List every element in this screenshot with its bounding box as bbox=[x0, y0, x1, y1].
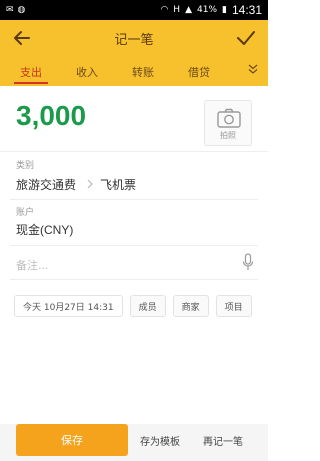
save-template-button[interactable]: 存为模板 bbox=[140, 433, 180, 448]
amount-row: 3,000 拍照 bbox=[0, 86, 268, 152]
merchant-chip[interactable]: 商家 bbox=[172, 295, 209, 317]
category-primary[interactable]: 旅游交通费 bbox=[16, 176, 76, 193]
tab-underline bbox=[14, 82, 48, 84]
battery-icon: ▮ bbox=[222, 4, 227, 15]
save-button[interactable]: 保存 bbox=[16, 424, 128, 456]
network-label: H bbox=[173, 4, 181, 15]
chevron-double-down-icon[interactable] bbox=[248, 64, 258, 74]
save-again-button[interactable]: 再记一笔 bbox=[203, 433, 243, 448]
chevron-right-icon bbox=[87, 179, 93, 189]
status-time: 14:31 bbox=[231, 3, 262, 17]
member-chip[interactable]: 成员 bbox=[129, 295, 166, 317]
tab-transfer[interactable]: 转账 bbox=[132, 64, 154, 80]
account-value[interactable]: 现金(CNY) bbox=[16, 221, 73, 238]
mail-icon: ✉ bbox=[6, 4, 14, 15]
microphone-icon[interactable] bbox=[242, 253, 254, 271]
tab-expense[interactable]: 支出 bbox=[20, 64, 42, 80]
category-secondary[interactable]: 飞机票 bbox=[100, 176, 136, 193]
bottom-bar: 保存 存为模板 再记一笔 bbox=[0, 424, 268, 461]
page-title: 记一笔 bbox=[114, 32, 154, 47]
signal-icon: ▲ bbox=[185, 4, 192, 15]
app-bar: 记一笔 bbox=[0, 20, 268, 56]
amount-value[interactable]: 3,000 bbox=[16, 100, 86, 132]
category-label: 类别 bbox=[16, 161, 35, 171]
divider bbox=[10, 279, 258, 280]
account-label: 账户 bbox=[16, 208, 35, 218]
photo-button[interactable]: 拍照 bbox=[204, 100, 252, 146]
tab-income[interactable]: 收入 bbox=[76, 64, 98, 80]
date-chip[interactable]: 今天 10月27日 14:31 bbox=[14, 295, 123, 317]
photo-label: 拍照 bbox=[220, 131, 236, 140]
tab-loan[interactable]: 借贷 bbox=[188, 64, 210, 80]
project-chip[interactable]: 项目 bbox=[215, 295, 252, 317]
check-icon[interactable] bbox=[234, 26, 258, 50]
type-tabs: 支出 收入 转账 借贷 bbox=[0, 56, 268, 86]
status-bar: ✉ ◍ ◠ H ▲ 41% ▮ 14:31 bbox=[0, 0, 268, 20]
wechat-icon: ◍ bbox=[17, 4, 26, 15]
camera-icon bbox=[217, 108, 241, 128]
divider bbox=[10, 245, 258, 246]
wifi-icon: ◠ bbox=[160, 4, 169, 15]
divider bbox=[10, 199, 258, 200]
remark-input[interactable]: 备注... bbox=[16, 257, 49, 273]
battery-text: 41% bbox=[197, 4, 218, 15]
detail-chips: 今天 10月27日 14:31 成员 商家 项目 bbox=[14, 293, 252, 319]
